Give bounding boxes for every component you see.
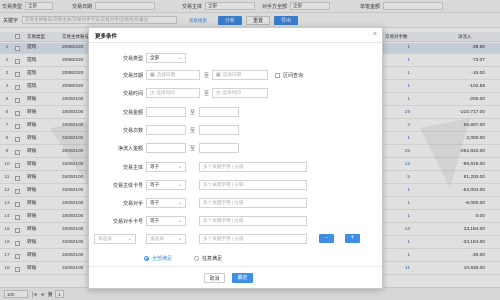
times-separator: 至 (190, 128, 196, 134)
counter-label: 交易对手 (122, 201, 143, 207)
trade-time-start[interactable]: ◷ 选择时间 (146, 88, 200, 98)
counter-op-value: 等于 (150, 200, 160, 205)
trade-type-select[interactable]: 全部 ⌄ (146, 53, 186, 63)
match-any-label[interactable]: 任意满足 (202, 255, 222, 262)
clock-icon: ◷ (216, 90, 221, 96)
trade-type-value: 全部 (150, 55, 160, 60)
cancel-button[interactable]: 取消 (204, 273, 225, 283)
counter-card-keyword-input[interactable]: 多个关键字用 | 分隔 (199, 216, 307, 226)
times-label: 交易次数 (122, 128, 143, 134)
subject-card-op-value: 等于 (150, 182, 160, 187)
counter-op-select[interactable]: 等于 ⌄ (146, 198, 186, 208)
amount-min-input[interactable] (146, 107, 186, 117)
custom-keyword-input[interactable]: 多个关键字用 | 分隔 (199, 234, 307, 244)
subject-op-value: 等于 (150, 164, 160, 169)
times-max-input[interactable] (199, 125, 239, 135)
chevron-down-icon: ⌄ (177, 55, 182, 61)
custom-field-select[interactable]: 请选择 ⌄ (94, 234, 136, 244)
add-condition-button[interactable]: + (345, 234, 360, 243)
counter-card-op-select[interactable]: 等于 ⌄ (146, 216, 186, 226)
times-min-input[interactable] (146, 125, 186, 135)
trade-time-start-placeholder: 选择时间 (156, 90, 175, 95)
subject-label: 交易主体 (122, 165, 143, 171)
subject-op-select[interactable]: 等于 ⌄ (146, 162, 186, 172)
trade-date-start[interactable]: ▦ 选择日期 (146, 70, 200, 80)
match-all-label[interactable]: 全部满足 (152, 255, 172, 262)
net-amount-max-input[interactable] (199, 143, 239, 153)
clock-icon: ◷ (150, 90, 155, 96)
amount-separator: 至 (190, 110, 196, 116)
interval-query-checkbox[interactable] (275, 73, 280, 78)
amount-label: 交易金额 (122, 110, 143, 116)
trade-time-end[interactable]: ◷ 选择时间 (212, 88, 268, 98)
trade-time-label: 交易时间 (122, 91, 143, 97)
chevron-down-icon: ⌄ (177, 236, 182, 242)
date-separator: 至 (204, 73, 210, 79)
counter-keyword-input[interactable]: 多个关键字用 | 分隔 (199, 198, 307, 208)
chevron-down-icon: ⌄ (177, 164, 182, 170)
time-separator: 至 (204, 91, 210, 97)
counter-card-label: 交易对手卡号 (112, 219, 143, 225)
interval-query-label: 区间查询 (283, 73, 304, 79)
calendar-icon: ▦ (216, 72, 221, 78)
net-amount-min-input[interactable] (146, 143, 186, 153)
close-icon[interactable]: × (373, 31, 377, 38)
dialog-footer: 取消 确定 (89, 266, 382, 288)
more-conditions-dialog: 更多条件 × 交易类型 全部 ⌄ 交易日期 ▦ 选择日期 至 ▦ 选择日期 区间查询 … (88, 27, 383, 289)
trade-date-end[interactable]: ▦ 选择日期 (212, 70, 268, 80)
trade-date-label: 交易日期 (122, 73, 143, 79)
trade-date-end-placeholder: 选择日期 (222, 72, 242, 77)
trade-date-start-placeholder: 选择日期 (156, 72, 176, 77)
dialog-title: 更多条件 (95, 34, 118, 40)
amount-max-input[interactable] (199, 107, 239, 117)
chevron-down-icon: ⌄ (177, 200, 182, 206)
subject-keyword-input[interactable]: 多个关键字用 | 分隔 (199, 162, 307, 172)
net-amount-label: 净流入金额 (117, 146, 143, 152)
subject-card-keyword-input[interactable]: 多个关键字用 | 分隔 (199, 180, 307, 190)
chevron-down-icon: ⌄ (177, 182, 182, 188)
chevron-down-icon: ⌄ (177, 218, 182, 224)
remove-condition-button[interactable]: - (319, 234, 334, 243)
chevron-down-icon: ⌄ (127, 236, 132, 242)
trade-time-end-placeholder: 选择时间 (222, 90, 241, 95)
custom-op-select[interactable]: 请选择 ⌄ (146, 234, 186, 244)
custom-op-value: 请选择 (150, 236, 164, 241)
match-any-radio[interactable] (194, 256, 199, 261)
custom-field-value: 请选择 (98, 236, 112, 241)
net-amount-separator: 至 (190, 146, 196, 152)
calendar-icon: ▦ (150, 72, 155, 78)
subject-card-op-select[interactable]: 等于 ⌄ (146, 180, 186, 190)
subject-card-label: 交易主体卡号 (112, 183, 143, 189)
dialog-header: 更多条件 × (89, 28, 382, 43)
match-all-radio[interactable] (144, 256, 149, 261)
confirm-button[interactable]: 确定 (232, 273, 253, 283)
counter-card-op-value: 等于 (150, 218, 160, 223)
trade-type-label: 交易类型 (122, 56, 143, 62)
